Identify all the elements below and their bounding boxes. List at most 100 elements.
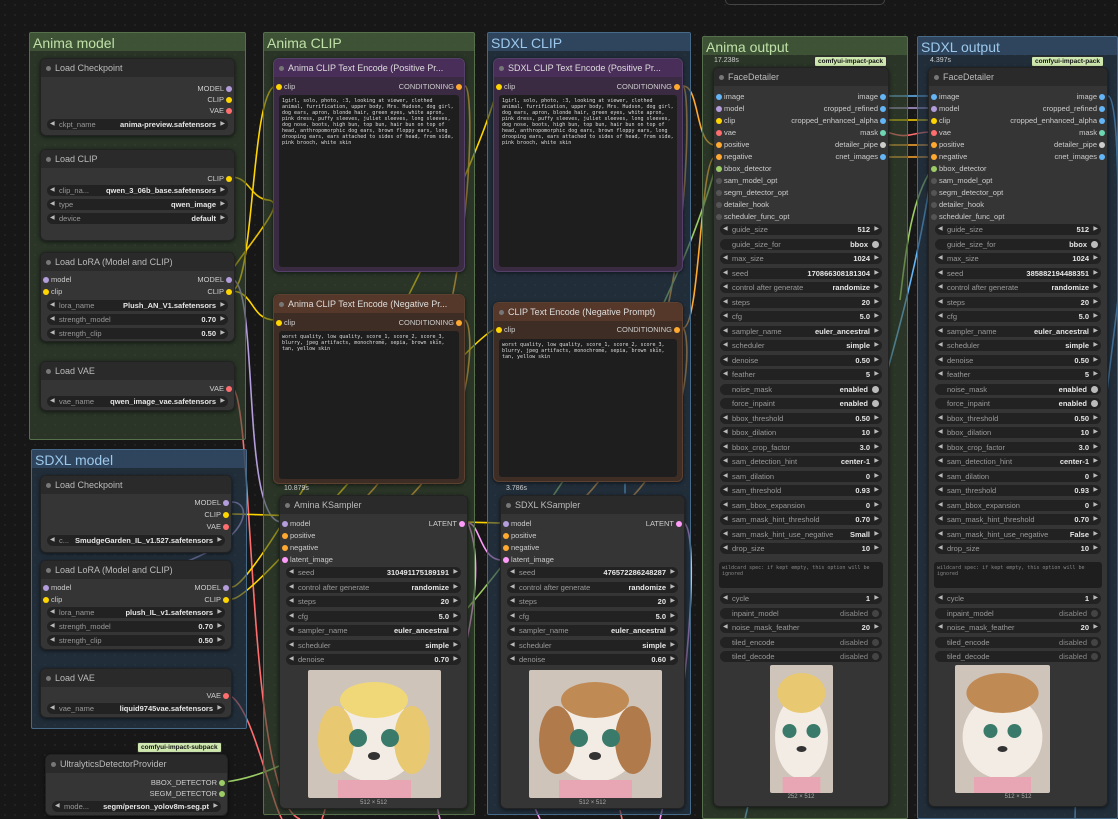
arrow-left-icon[interactable]: ◀: [50, 199, 55, 210]
node-title[interactable]: FaceDetailer: [714, 68, 888, 86]
widget-steps[interactable]: ◀ steps 20 ▶: [720, 296, 882, 308]
widget-control-after-generate[interactable]: ◀ control after generate randomize ▶: [286, 581, 461, 593]
arrow-left-icon[interactable]: ◀: [289, 611, 294, 622]
node-anima-ksampler[interactable]: Amina KSampler model positive negative late…: [279, 495, 468, 809]
widget-noise-mask-feather[interactable]: ◀ noise_mask_feather 20 ▶: [720, 622, 882, 633]
output-clip[interactable]: CLIP: [204, 509, 231, 520]
arrow-left-icon[interactable]: ◀: [938, 253, 943, 264]
node-anima-load-checkpoint[interactable]: Load Checkpoint MODEL CLIP VAE ◀ ckpt_nam…: [40, 58, 235, 136]
arrow-left-icon[interactable]: ◀: [723, 311, 728, 322]
arrow-right-icon[interactable]: ▶: [1093, 297, 1098, 308]
widget-tiled-encode[interactable]: tiled_encode disabled: [720, 636, 882, 648]
prompt-textarea[interactable]: worst quality, low quality, score_1, sco…: [279, 331, 459, 479]
arrow-right-icon[interactable]: ▶: [874, 224, 879, 235]
arrow-left-icon[interactable]: ◀: [938, 369, 943, 380]
arrow-left-icon[interactable]: ◀: [723, 413, 728, 424]
combo-model-name[interactable]: ◀ mode... segm/person_yolov8m-seg.pt ▶: [52, 801, 221, 812]
arrow-right-icon[interactable]: ▶: [874, 442, 879, 453]
input-clip[interactable]: clip: [274, 81, 295, 92]
widget-seed[interactable]: ◀ seed 170866308181304 ▶: [720, 267, 882, 279]
arrow-left-icon[interactable]: ◀: [510, 567, 515, 578]
node-sdxl-load-lora[interactable]: Load LoRA (Model and CLIP) model MODEL c…: [40, 560, 232, 650]
arrow-left-icon[interactable]: ◀: [938, 340, 943, 351]
arrow-left-icon[interactable]: ◀: [55, 801, 60, 812]
node-sdxl-load-checkpoint[interactable]: Load Checkpoint MODEL CLIP VAE ◀ c... Smud…: [40, 475, 232, 553]
arrow-right-icon[interactable]: ▶: [1093, 456, 1098, 467]
output-bbox-detector[interactable]: BBOX_DETECTOR: [151, 777, 227, 788]
output-image[interactable]: image: [1077, 91, 1107, 102]
output-cropped-refined[interactable]: cropped_refined: [824, 103, 888, 114]
node-title[interactable]: Load VAE: [41, 362, 234, 380]
combo-clip-name[interactable]: ◀ clip_na... qwen_3_06b_base.safetensors ▶: [47, 185, 228, 196]
prompt-textarea[interactable]: 1girl, solo, photo, :3, looking at viewe…: [499, 95, 677, 267]
arrow-right-icon[interactable]: ▶: [220, 185, 225, 196]
widget-control-after-generate[interactable]: ◀ control after generate randomize ▶: [720, 282, 882, 293]
widget-bbox-crop-factor[interactable]: ◀ bbox_crop_factor 3.0 ▶: [935, 441, 1101, 453]
input-model[interactable]: model: [41, 582, 71, 593]
input-negative[interactable]: negative: [929, 151, 967, 162]
arrow-right-icon[interactable]: ▶: [1093, 268, 1098, 279]
input-positive[interactable]: positive: [501, 530, 536, 541]
arrow-left-icon[interactable]: ◀: [723, 369, 728, 380]
widget-steps[interactable]: ◀ steps 20 ▶: [935, 296, 1101, 308]
arrow-right-icon[interactable]: ▶: [874, 413, 879, 424]
arrow-right-icon[interactable]: ▶: [220, 328, 225, 339]
arrow-left-icon[interactable]: ◀: [723, 427, 728, 438]
node-title[interactable]: UltralyticsDetectorProvider: [46, 755, 227, 773]
arrow-left-icon[interactable]: ◀: [938, 427, 943, 438]
widget-sampler-name[interactable]: ◀ sampler_name euler_ancestral ▶: [720, 325, 882, 337]
input-negative[interactable]: negative: [280, 542, 318, 553]
arrow-right-icon[interactable]: ▶: [1093, 282, 1098, 293]
prompt-textarea[interactable]: worst quality, low quality, score_1, sco…: [499, 339, 677, 477]
arrow-right-icon[interactable]: ▶: [453, 640, 458, 651]
arrow-right-icon[interactable]: ▶: [453, 596, 458, 607]
arrow-right-icon[interactable]: ▶: [874, 427, 879, 438]
widget-scheduler[interactable]: ◀ scheduler simple ▶: [720, 340, 882, 351]
arrow-right-icon[interactable]: ▶: [874, 355, 879, 366]
arrow-right-icon[interactable]: ▶: [874, 326, 879, 337]
output-model[interactable]: MODEL: [197, 274, 234, 285]
output-vae[interactable]: VAE: [207, 521, 231, 532]
arrow-left-icon[interactable]: ◀: [289, 640, 294, 651]
number-strength-model[interactable]: ◀ strength_model 0.70 ▶: [47, 314, 228, 325]
node-sdxl-load-vae[interactable]: Load VAE VAE ◀ vae_name liquid9745vae.safe…: [40, 668, 232, 718]
number-strength-clip[interactable]: ◀ strength_clip 0.50 ▶: [47, 635, 225, 646]
input-detailer-hook[interactable]: detailer_hook: [714, 199, 769, 210]
arrow-right-icon[interactable]: ▶: [874, 622, 879, 633]
output-cropped-refined[interactable]: cropped_refined: [1043, 103, 1107, 114]
arrow-right-icon[interactable]: ▶: [874, 311, 879, 322]
input-positive[interactable]: positive: [714, 139, 749, 150]
arrow-right-icon[interactable]: ▶: [874, 253, 879, 264]
arrow-right-icon[interactable]: ▶: [217, 703, 222, 714]
arrow-left-icon[interactable]: ◀: [289, 654, 294, 665]
widget-sam-mask-hint-use-negative[interactable]: ◀ sam_mask_hint_use_negative False ▶: [935, 528, 1101, 540]
arrow-left-icon[interactable]: ◀: [938, 282, 943, 293]
widget-denoise[interactable]: ◀ denoise 0.60 ▶: [507, 654, 678, 665]
arrow-right-icon[interactable]: ▶: [874, 485, 879, 496]
widget-seed[interactable]: ◀ seed 385882194488351 ▶: [935, 267, 1101, 279]
widget-force-inpaint[interactable]: force_inpaint enabled: [720, 398, 882, 409]
widget-control-after-generate[interactable]: ◀ control after generate randomize ▶: [507, 581, 678, 593]
arrow-right-icon[interactable]: ▶: [874, 471, 879, 482]
widget-guide-size-for[interactable]: guide_size_for bbox: [720, 238, 882, 250]
arrow-left-icon[interactable]: ◀: [50, 119, 55, 130]
widget-sam-mask-hint-use-negative[interactable]: ◀ sam_mask_hint_use_negative Small ▶: [720, 528, 882, 540]
arrow-right-icon[interactable]: ▶: [670, 596, 675, 607]
widget-sam-mask-hint-threshold[interactable]: ◀ sam_mask_hint_threshold 0.70 ▶: [935, 514, 1101, 525]
input-sam-model-opt[interactable]: sam_model_opt: [714, 175, 777, 186]
wildcard-textarea[interactable]: wildcard spec: if kept empty, this optio…: [934, 562, 1102, 588]
arrow-right-icon[interactable]: ▶: [453, 654, 458, 665]
combo-lora-name[interactable]: ◀ lora_name plush_IL_v1.safetensors ▶: [47, 607, 225, 618]
widget-max-size[interactable]: ◀ max_size 1024 ▶: [720, 253, 882, 264]
node-title[interactable]: Load Checkpoint: [41, 476, 231, 494]
arrow-right-icon[interactable]: ▶: [453, 567, 458, 578]
widget-cycle[interactable]: ◀ cycle 1 ▶: [720, 593, 882, 604]
arrow-left-icon[interactable]: ◀: [723, 253, 728, 264]
input-latent-image[interactable]: latent_image: [280, 554, 333, 565]
arrow-left-icon[interactable]: ◀: [723, 529, 728, 540]
arrow-left-icon[interactable]: ◀: [50, 185, 55, 196]
widget-bbox-dilation[interactable]: ◀ bbox_dilation 10 ▶: [935, 427, 1101, 438]
arrow-left-icon[interactable]: ◀: [938, 543, 943, 554]
output-latent[interactable]: LATENT: [646, 518, 684, 529]
arrow-left-icon[interactable]: ◀: [50, 213, 55, 224]
